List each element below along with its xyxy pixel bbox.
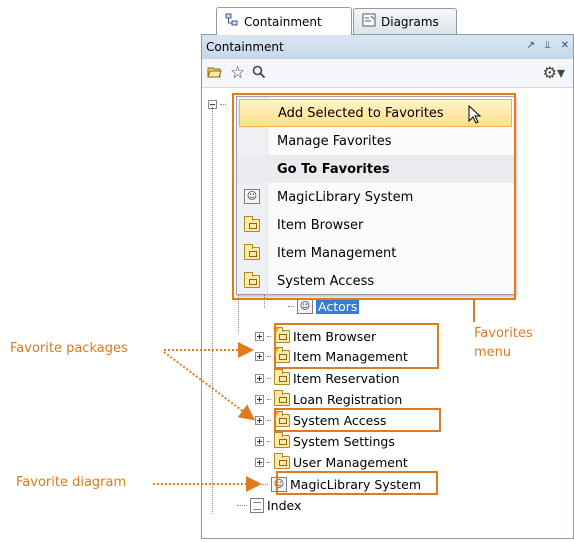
callout-favorites-menu-line1: Favorites (474, 326, 533, 341)
callout-favorite-diagram: Favorite diagram (16, 475, 127, 490)
tab-label: Containment (244, 14, 322, 29)
containment-tree-icon (225, 13, 239, 30)
tab-containment[interactable]: Containment (216, 7, 352, 35)
callout-favorites-menu-line2: menu (474, 345, 512, 360)
callout-favorite-packages: Favorite packages (10, 341, 128, 356)
callout-connectors (153, 300, 475, 492)
